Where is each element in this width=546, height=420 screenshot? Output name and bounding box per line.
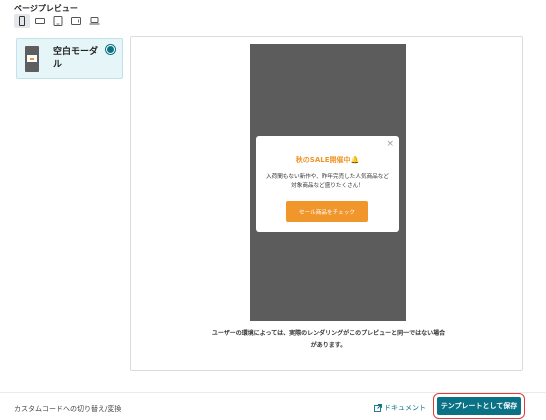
modal-body: 入荷間もない新作や、昨年完売した人気商品など対象商品など盛りたくさん！ [266, 174, 389, 189]
laptop-icon [89, 17, 99, 25]
tablet-icon [53, 16, 63, 26]
page-title: ページプレビュー [14, 4, 78, 13]
sale-check-button[interactable]: セール商品をチェック [286, 201, 368, 222]
preview-notice: ユーザーの環境によっては、実際のレンダリングがこのプレビューと同一ではない場合が… [211, 330, 446, 349]
save-as-template-button[interactable]: テンプレートとして保存 [433, 393, 525, 419]
tablet-landscape-icon [71, 17, 81, 25]
external-link-icon [374, 404, 382, 412]
template-thumbnail [25, 46, 39, 72]
preview-modal: × 秋のSALE開催中🔔 入荷間もない新作や、昨年完売した人気商品など対象商品な… [256, 136, 399, 232]
device-tablet-landscape-button[interactable] [68, 14, 84, 28]
template-radio[interactable] [105, 44, 116, 55]
footer-divider [0, 392, 546, 393]
device-tablet-button[interactable] [50, 14, 66, 28]
modal-title: 秋のSALE開催中🔔 [295, 156, 360, 164]
device-toggle-group [14, 14, 102, 28]
device-mobile-landscape-button[interactable] [32, 14, 48, 28]
device-laptop-button[interactable] [86, 14, 102, 28]
close-icon[interactable]: × [386, 138, 394, 150]
preview-panel: × 秋のSALE開催中🔔 入荷間もない新作や、昨年完売した人気商品など対象商品な… [130, 36, 523, 371]
template-card-blank-modal[interactable]: 空白モーダル [16, 38, 123, 79]
device-mobile-button[interactable] [14, 14, 30, 28]
template-card-label: 空白モーダル [53, 47, 99, 70]
mobile-landscape-icon [35, 18, 45, 24]
preview-phone-screen: × 秋のSALE開催中🔔 入荷間もない新作や、昨年完売した人気商品など対象商品な… [250, 44, 406, 321]
documentation-link-label: ドキュメント [384, 404, 426, 412]
mobile-icon [19, 16, 25, 26]
documentation-link[interactable]: ドキュメント [374, 403, 426, 413]
custom-code-switch-link[interactable]: カスタムコードへの切り替え/変換 [14, 404, 121, 414]
